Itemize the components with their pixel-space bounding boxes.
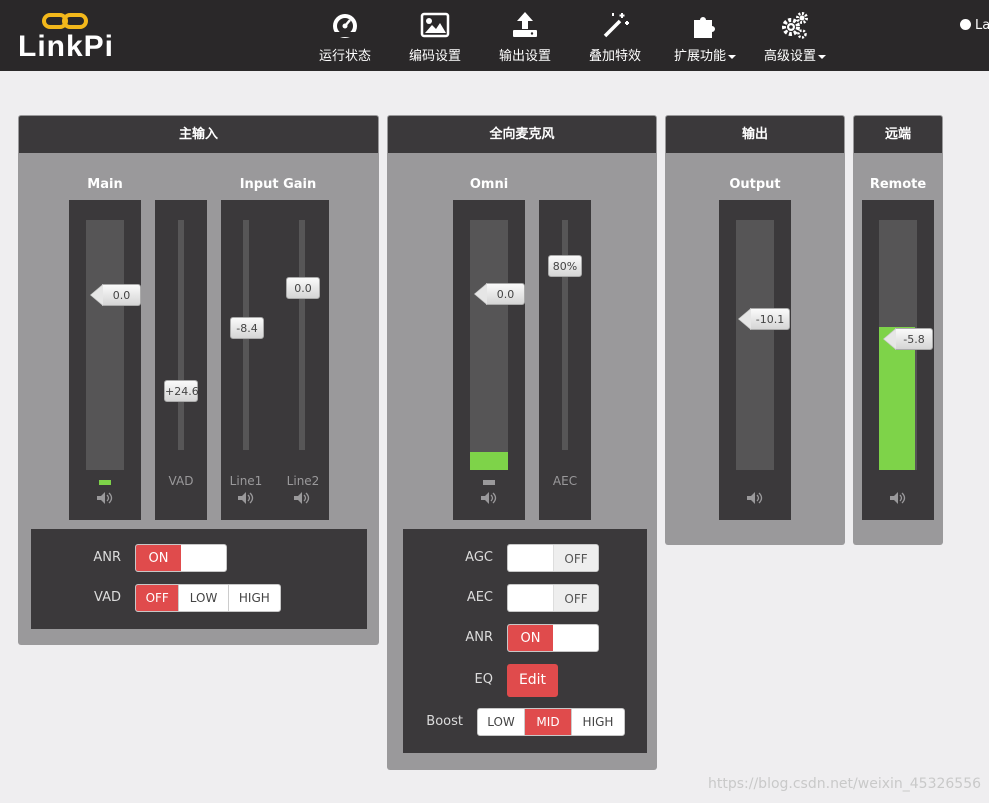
remote-fader-handle[interactable]: -5.8 xyxy=(883,328,933,350)
panel-title: 全向麦克风 xyxy=(388,116,656,153)
vad-channel-strip: +24.6 VAD xyxy=(155,200,207,520)
boost-option-high[interactable]: HIGH xyxy=(572,709,624,735)
toggle-on: ON xyxy=(508,625,553,651)
eq-edit-button[interactable]: Edit xyxy=(507,664,558,697)
main-input-controls: ANR ON VAD OFF LOW HIGH xyxy=(31,529,367,629)
vad-option-low[interactable]: LOW xyxy=(179,585,229,611)
toggle-off: OFF xyxy=(553,585,598,611)
aec-label: AEC xyxy=(466,590,493,605)
output-channel-strip: -10.1 xyxy=(719,200,791,520)
linkpi-logo[interactable]: LinkPi xyxy=(18,8,128,66)
chevron-down-icon xyxy=(728,54,736,59)
agc-label: AGC xyxy=(465,550,493,565)
nav-output-settings[interactable]: 输出设置 xyxy=(493,8,557,68)
boost-label: Boost xyxy=(426,714,463,729)
line2-fader-handle[interactable]: 0.0 xyxy=(286,277,320,299)
main-fader-handle[interactable]: 0.0 xyxy=(90,284,141,306)
output-fader-track[interactable] xyxy=(736,220,774,470)
language-selector[interactable]: La xyxy=(960,18,989,33)
main-channel-strip: 0.0 xyxy=(69,200,141,520)
vad-option-high[interactable]: HIGH xyxy=(229,585,280,611)
speaker-icon[interactable] xyxy=(890,492,906,504)
omni-fader-track[interactable] xyxy=(470,220,508,470)
boost-segmented-control[interactable]: LOW MID HIGH xyxy=(477,708,625,736)
nav-overlay-effects[interactable]: 叠加特效 xyxy=(583,8,647,68)
speaker-icon[interactable] xyxy=(97,492,113,504)
boost-option-low[interactable]: LOW xyxy=(478,709,525,735)
speaker-icon[interactable] xyxy=(294,492,310,504)
toggle-off: OFF xyxy=(553,545,598,571)
panel-remote: 远端 Remote -5.8 xyxy=(853,115,943,545)
line1-channel-label: Line1 xyxy=(229,474,263,488)
puzzle-icon xyxy=(694,17,715,38)
chevron-down-icon xyxy=(818,54,826,59)
top-navbar: LinkPi 运行状态 编码设置 输出设置 叠加特效 扩展功能 高级设置 La xyxy=(0,0,989,71)
omni-fader-handle[interactable]: 0.0 xyxy=(474,283,525,305)
watermark: https://blog.csdn.net/weixin_45326556 xyxy=(708,776,982,792)
panel-title: 远端 xyxy=(854,116,942,153)
nav-advanced-settings[interactable]: 高级设置 xyxy=(758,8,832,68)
line1-fader-handle[interactable]: -8.4 xyxy=(230,317,264,339)
panel-omni-mic: 全向麦克风 Omni 0.0 80% AEC AGC OFF AEC OFF A… xyxy=(387,115,657,770)
nav-encode-settings[interactable]: 编码设置 xyxy=(403,8,467,68)
panel-title: 主输入 xyxy=(19,116,378,153)
line2-fader-track[interactable] xyxy=(299,220,305,450)
nav-status[interactable]: 运行状态 xyxy=(313,8,377,68)
vad-option-off[interactable]: OFF xyxy=(136,585,180,611)
chain-link-icon xyxy=(42,13,88,29)
panel-main-input: 主输入 Main Input Gain 0.0 +24.6 VAD -8.4 L… xyxy=(18,115,379,645)
output-fader-handle[interactable]: -10.1 xyxy=(738,308,790,330)
speaker-icon[interactable] xyxy=(481,492,497,504)
input-gain-label: Input Gain xyxy=(239,177,317,192)
omni-anr-label: ANR xyxy=(465,630,493,645)
toggle-on: ON xyxy=(136,545,181,571)
omni-level-fill xyxy=(470,452,508,470)
aec-toggle[interactable]: OFF xyxy=(507,584,599,612)
line2-channel-label: Line2 xyxy=(286,474,320,488)
gears-icon xyxy=(782,12,808,39)
vad-segmented-control[interactable]: OFF LOW HIGH xyxy=(135,584,281,612)
omni-label: Omni xyxy=(469,177,509,192)
nav-extensions[interactable]: 扩展功能 xyxy=(668,8,742,68)
upload-icon xyxy=(513,12,537,37)
panel-title: 输出 xyxy=(666,116,844,153)
globe-icon xyxy=(960,19,971,30)
output-label: Output xyxy=(729,177,781,192)
aec-channel-strip: 80% AEC xyxy=(539,200,591,520)
panel-output: 输出 Output -10.1 xyxy=(665,115,845,545)
logo-text: LinkPi xyxy=(18,30,115,63)
vad-fader-handle[interactable]: +24.6 xyxy=(164,380,199,402)
omni-anr-toggle[interactable]: ON xyxy=(507,624,599,652)
image-icon xyxy=(420,12,450,38)
aec-fader-handle[interactable]: 80% xyxy=(548,255,582,277)
omni-controls: AGC OFF AEC OFF ANR ON EQ Edit Boost LOW… xyxy=(403,529,647,753)
input-gain-strip: -8.4 Line1 0.0 Line2 xyxy=(221,200,329,520)
remote-label: Remote xyxy=(869,177,927,192)
main-label: Main xyxy=(87,177,123,192)
speaker-icon[interactable] xyxy=(747,492,763,504)
speaker-icon[interactable] xyxy=(238,492,254,504)
omni-channel-strip: 0.0 xyxy=(453,200,525,520)
vad-control-label: VAD xyxy=(94,590,121,605)
remote-channel-strip: -5.8 xyxy=(862,200,934,520)
anr-label: ANR xyxy=(93,550,121,565)
vad-fader-track[interactable] xyxy=(178,220,184,450)
vad-channel-label: VAD xyxy=(168,474,194,488)
omni-level-meter xyxy=(483,480,495,485)
anr-toggle[interactable]: ON xyxy=(135,544,227,572)
agc-toggle[interactable]: OFF xyxy=(507,544,599,572)
boost-option-mid[interactable]: MID xyxy=(525,709,572,735)
aec-channel-label: AEC xyxy=(552,474,578,488)
main-fader-track[interactable] xyxy=(86,220,124,470)
main-level-meter xyxy=(99,480,111,485)
magic-wand-icon xyxy=(603,13,629,38)
eq-label: EQ xyxy=(474,672,493,687)
dashboard-icon xyxy=(333,14,357,38)
